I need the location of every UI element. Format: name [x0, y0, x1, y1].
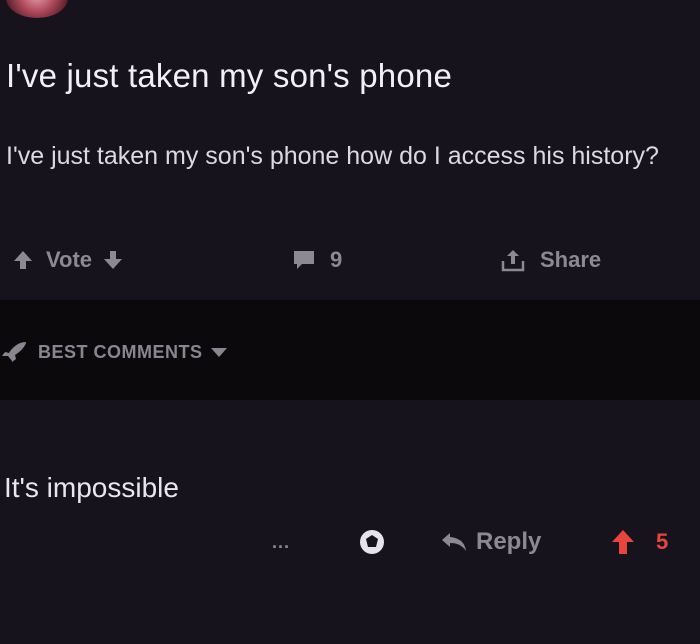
- comment-count: 9: [330, 247, 343, 272]
- comments-button[interactable]: 9: [292, 238, 342, 282]
- comment-text: It's impossible: [4, 472, 179, 503]
- score-count: 5: [656, 529, 669, 554]
- comment: It's impossible ... Reply 5: [0, 400, 700, 644]
- share-button[interactable]: Share: [500, 238, 601, 282]
- share-label: Share: [540, 247, 602, 272]
- comment-actions: ... Reply 5: [0, 520, 700, 564]
- vote-group: Vote: [12, 238, 124, 282]
- award-icon: [358, 528, 386, 556]
- rocket-icon: [0, 340, 30, 364]
- post-title[interactable]: I've just taken my son's phone: [6, 57, 452, 95]
- vote-label: Vote: [46, 247, 93, 272]
- comment-icon: [292, 249, 316, 271]
- reply-label: Reply: [476, 528, 542, 555]
- reply-button[interactable]: Reply: [440, 520, 541, 564]
- post-body: I've just taken my son's phone how do I …: [6, 142, 659, 170]
- avatar[interactable]: [6, 0, 68, 18]
- upvote-icon[interactable]: [12, 249, 34, 271]
- post-actions: Vote 9 Share: [0, 238, 700, 282]
- reply-icon: [440, 531, 468, 553]
- post-card: I've just taken my son's phone I've just…: [0, 0, 700, 300]
- caret-down-icon: [209, 345, 229, 359]
- comment-sort-selector[interactable]: BEST COMMENTS: [0, 334, 229, 370]
- more-options-button[interactable]: ...: [272, 520, 290, 564]
- upvote-icon[interactable]: [610, 528, 636, 556]
- sort-label: BEST COMMENTS: [38, 341, 203, 362]
- comment-score: 5: [610, 520, 668, 564]
- downvote-icon[interactable]: [102, 249, 124, 271]
- share-icon: [500, 247, 526, 273]
- award-button[interactable]: [358, 520, 386, 564]
